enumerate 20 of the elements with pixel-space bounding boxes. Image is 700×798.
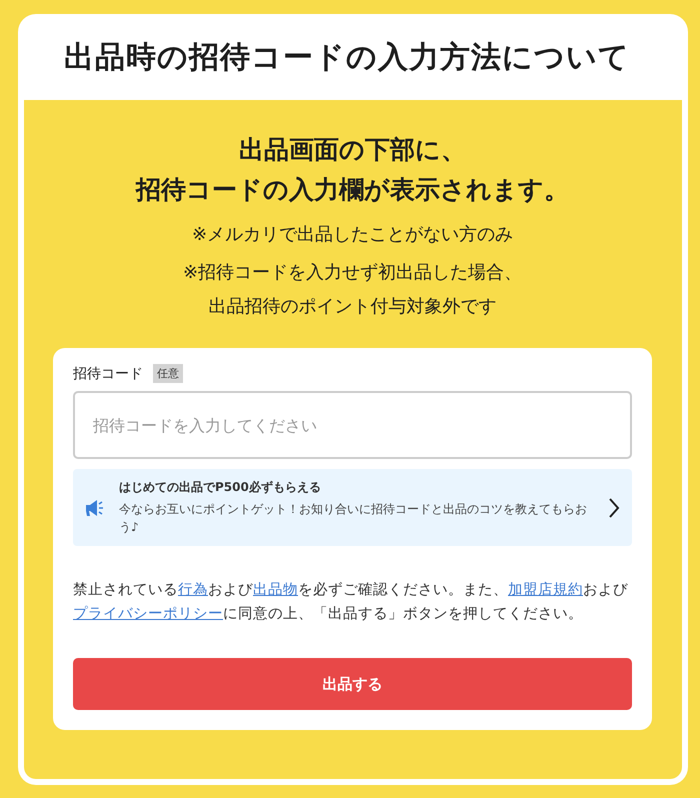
link[interactable]: 行為 <box>178 582 208 598</box>
headline: 出品画面の下部に、 <box>238 134 467 166</box>
field-label: 招待コード <box>73 364 143 382</box>
banner-title: はじめての出品でP500必ずもらえる <box>119 479 322 496</box>
note: ※招待コードを入力せず初出品した場合、 <box>182 261 522 285</box>
optional-badge: 任意 <box>153 364 183 383</box>
link[interactable]: プライバシーポリシー <box>73 606 223 622</box>
link[interactable]: 加盟店規約 <box>508 582 583 598</box>
chevron-right-icon <box>608 496 620 518</box>
note: 出品招待のポイント付与対象外です <box>208 295 498 319</box>
promo-banner[interactable]: はじめての出品でP500必ずもらえる 今ならお互いにポイントゲット！お知り合いに招待コードと出品のコツを教えてもらおう♪ <box>73 469 632 546</box>
banner-text: 今ならお互いにポイントゲット！お知り合いに招待コードと出品のコツを教えてもらおう♪ <box>119 501 588 536</box>
link[interactable]: 出品物 <box>253 582 298 598</box>
megaphone-icon <box>85 498 105 516</box>
page-title: 出品時の招待コードの入力方法について <box>63 38 631 76</box>
headline: 招待コードの入力欄が表示されます。 <box>136 174 569 206</box>
agreement-text: 禁止されている行為および出品物 を必ずご確認ください。また、加盟店規約および プライバシーポリシー に同意の上、「出品する」ボタンを押してください。 <box>73 580 629 624</box>
note: ※メルカリで出品したことがない方のみ <box>190 223 514 247</box>
submit-button[interactable]: 出品する <box>73 658 632 710</box>
input-field[interactable]: 招待コードを入力してください <box>73 391 632 459</box>
